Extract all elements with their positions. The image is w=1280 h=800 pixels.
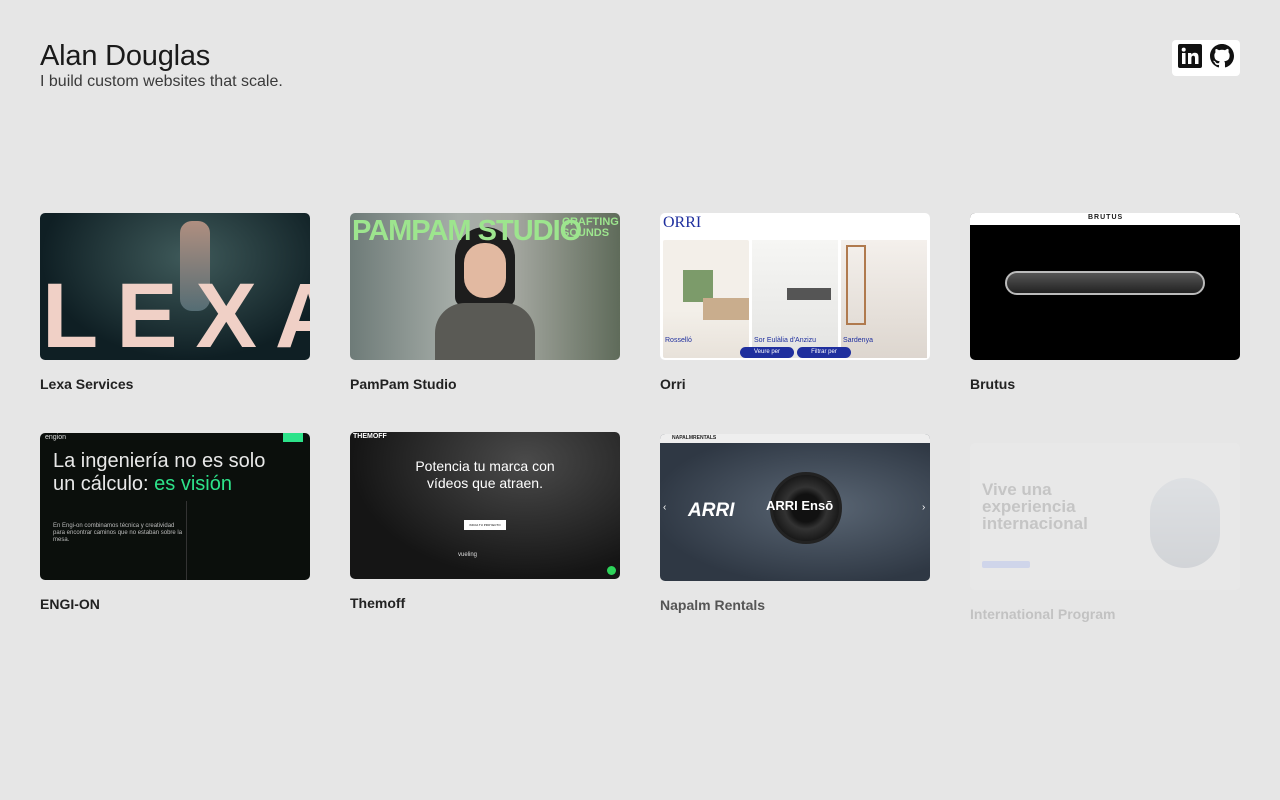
project-card[interactable]: PAMPAM STUDIO CRAFTING SOUNDS PamPam Stu…: [350, 213, 620, 392]
project-thumbnail: THEMOFF Potencia tu marca con vídeos que…: [350, 432, 620, 579]
linkedin-icon[interactable]: [1178, 43, 1202, 73]
project-thumbnail: Vive una experiencia internacional: [970, 443, 1240, 590]
project-title: Lexa Services: [40, 376, 134, 392]
site-header: Alan Douglas I build custom websites tha…: [40, 40, 283, 91]
project-title: ENGI-ON: [40, 596, 100, 612]
project-card[interactable]: THEMOFF Potencia tu marca con vídeos que…: [350, 432, 620, 611]
project-thumbnail: PAMPAM STUDIO CRAFTING SOUNDS: [350, 213, 620, 360]
project-card[interactable]: BRUTUS Brutus: [970, 213, 1240, 392]
project-title: Themoff: [350, 595, 406, 611]
project-thumbnail: LEXA: [40, 213, 310, 360]
project-thumbnail: BRUTUS: [970, 213, 1240, 360]
project-thumbnail: engion La ingeniería no es solo un cálcu…: [40, 433, 310, 580]
project-card[interactable]: ORRI Rosselló Sor Eulàlia d'Anzizu Sarde…: [660, 213, 930, 392]
project-thumbnail: NAPALMRENTALS ARRI ARRI Ensō ‹ ›: [660, 434, 930, 581]
project-card[interactable]: Vive una experiencia internacional Inter…: [970, 443, 1240, 622]
project-thumbnail: ORRI Rosselló Sor Eulàlia d'Anzizu Sarde…: [660, 213, 930, 360]
project-card[interactable]: LEXA Lexa Services: [40, 213, 310, 392]
project-card[interactable]: engion La ingeniería no es solo un cálcu…: [40, 433, 310, 612]
tagline: I build custom websites that scale.: [40, 73, 283, 90]
project-title: PamPam Studio: [350, 376, 457, 392]
carousel-next-icon[interactable]: ›: [922, 502, 925, 513]
social-links: [1172, 40, 1240, 76]
carousel-prev-icon[interactable]: ‹: [663, 502, 666, 513]
project-title: Orri: [660, 376, 686, 392]
github-icon[interactable]: [1210, 43, 1234, 73]
project-title: Brutus: [970, 376, 1016, 392]
page-title: Alan Douglas: [40, 40, 211, 72]
project-title: International Program: [970, 606, 1116, 622]
project-card[interactable]: NAPALMRENTALS ARRI ARRI Ensō ‹ › Napalm …: [660, 434, 930, 613]
project-title: Napalm Rentals: [660, 597, 766, 613]
